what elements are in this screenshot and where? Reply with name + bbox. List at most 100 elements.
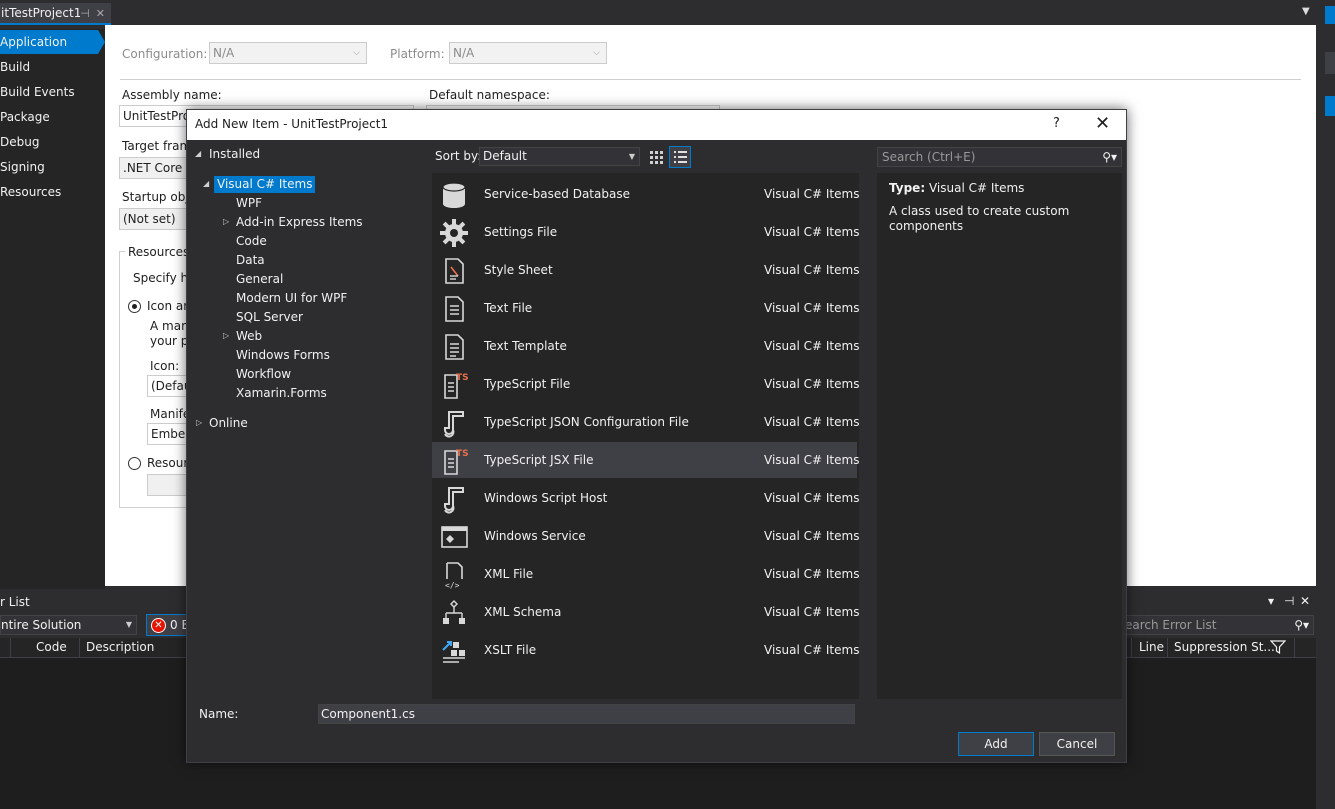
template-search-input[interactable]: Search (Ctrl+E) ⚲▾ <box>877 147 1122 167</box>
side-tab[interactable] <box>1325 52 1335 74</box>
tree-visual-csharp-items[interactable]: Visual C# Items <box>214 175 316 194</box>
nav-application[interactable]: Application <box>0 30 105 54</box>
nav-build[interactable]: Build <box>0 55 105 79</box>
stylesheet-icon <box>439 256 469 286</box>
startup-object-label: Startup obje <box>122 190 197 204</box>
configuration-label: Configuration: <box>122 47 208 61</box>
nav-package[interactable]: Package <box>0 105 105 129</box>
xml-file-icon: </> <box>439 560 469 590</box>
sort-by-label: Sort by: <box>435 149 482 163</box>
tree-data[interactable]: Data <box>236 251 265 270</box>
column-suppression-state[interactable]: Suppression St... <box>1174 640 1275 654</box>
project-properties-sidebar: Application Build Build Events Package D… <box>0 29 105 589</box>
document-tab[interactable]: itTestProject1 ⊣ ✕ <box>0 3 111 25</box>
column-description[interactable]: Description <box>86 640 154 654</box>
help-button[interactable]: ? <box>1053 116 1060 131</box>
template-tree: ◢ Installed ◢ Visual C# Items WPF ▷ Add-… <box>187 140 431 700</box>
nav-resources[interactable]: Resources <box>0 180 105 204</box>
sort-by-value: Default <box>483 149 527 163</box>
list-item[interactable]: TypeScript JSON Configuration File Visua… <box>432 404 859 440</box>
close-icon[interactable]: ✕ <box>1300 594 1310 608</box>
tree-add-in-express[interactable]: Add-in Express Items <box>236 213 363 232</box>
item-category: Visual C# Items <box>764 225 859 239</box>
collapse-arrow-icon[interactable]: ◢ <box>203 179 209 188</box>
grid-view-icon[interactable] <box>646 147 666 167</box>
nav-build-events[interactable]: Build Events <box>0 80 105 104</box>
collapse-arrow-icon[interactable]: ◢ <box>195 149 201 158</box>
manifest-label: Manife <box>150 407 191 421</box>
resource-file-radio[interactable] <box>128 457 141 470</box>
typescript-file-icon: TS <box>439 370 469 400</box>
item-category: Visual C# Items <box>764 491 859 505</box>
item-name: XML Schema <box>484 605 562 619</box>
column-separator <box>1167 638 1168 658</box>
icon-combo[interactable]: (Defau <box>147 375 187 397</box>
nav-debug[interactable]: Debug <box>0 130 105 154</box>
expand-arrow-icon[interactable]: ▷ <box>196 418 202 427</box>
item-category: Visual C# Items <box>764 453 859 467</box>
manifest-combo[interactable]: Embed <box>147 423 187 445</box>
list-item[interactable]: </> XML File Visual C# Items <box>432 556 859 592</box>
list-item[interactable]: TS TypeScript File Visual C# Items <box>432 366 859 402</box>
list-item[interactable]: Settings File Visual C# Items <box>432 214 859 250</box>
list-view-icon[interactable] <box>669 146 691 168</box>
expand-arrow-icon[interactable]: ▷ <box>223 331 229 340</box>
scope-combo[interactable]: ntire Solution ▼ <box>0 615 137 635</box>
tree-general[interactable]: General <box>236 270 283 289</box>
nav-signing[interactable]: Signing <box>0 155 105 179</box>
right-side-strip <box>1325 0 1335 809</box>
tree-sql-server[interactable]: SQL Server <box>236 308 303 327</box>
panel-dropdown-icon[interactable]: ▾ <box>1268 594 1274 608</box>
sort-by-combo[interactable]: Default ▼ <box>479 147 640 166</box>
tree-windows-forms[interactable]: Windows Forms <box>236 346 330 365</box>
tree-xamarin-forms[interactable]: Xamarin.Forms <box>236 384 327 403</box>
item-category: Visual C# Items <box>764 415 859 429</box>
configuration-combo[interactable]: N/A ⌵ <box>209 42 367 64</box>
error-list-search-input[interactable]: earch Error List ⚲▾ <box>1120 615 1314 635</box>
side-tab-accent[interactable] <box>1325 6 1335 24</box>
close-button[interactable]: ✕ <box>1095 113 1110 134</box>
name-input[interactable]: Component1.cs <box>318 704 855 724</box>
tree-wpf[interactable]: WPF <box>236 194 262 213</box>
pin-icon[interactable]: ⊣ <box>1284 594 1294 608</box>
tab-dropdown-icon[interactable]: ▼ <box>1302 6 1310 17</box>
list-item-selected[interactable]: TS TypeScript JSX File Visual C# Items <box>432 442 859 478</box>
list-item[interactable]: Text Template Visual C# Items <box>432 328 859 364</box>
scope-value: ntire Solution <box>1 618 82 632</box>
resource-file-field[interactable] <box>147 474 187 496</box>
list-item[interactable]: Windows Service Visual C# Items <box>432 518 859 554</box>
tree-installed[interactable]: Installed <box>209 145 260 164</box>
list-item[interactable]: Text File Visual C# Items <box>432 290 859 326</box>
column-code[interactable]: Code <box>36 640 67 654</box>
close-tab-icon[interactable]: ✕ <box>96 7 105 20</box>
platform-label: Platform: <box>390 47 445 61</box>
info-type: Type: Visual C# Items <box>889 181 1024 195</box>
info-description: A class used to create custom components <box>889 204 1070 233</box>
add-button[interactable]: Add <box>958 732 1034 756</box>
filter-icon[interactable] <box>1269 640 1287 657</box>
expand-arrow-icon[interactable]: ▷ <box>223 217 229 226</box>
list-item[interactable]: XML Schema Visual C# Items <box>432 594 859 630</box>
icon-label: Icon: <box>150 359 180 373</box>
list-item[interactable]: Windows Script Host Visual C# Items <box>432 480 859 516</box>
typescript-jsx-icon: TS <box>439 446 469 476</box>
platform-combo[interactable]: N/A ⌵ <box>449 42 607 64</box>
tree-workflow[interactable]: Workflow <box>236 365 291 384</box>
errors-filter-button[interactable]: ✕ 0 E <box>146 614 190 636</box>
side-tab-accent-2[interactable] <box>1325 96 1335 116</box>
chevron-down-icon: ▼ <box>628 152 635 161</box>
column-line[interactable]: Line <box>1139 640 1164 654</box>
info-type-value: Visual C# Items <box>928 181 1025 195</box>
tree-online[interactable]: Online <box>209 414 248 433</box>
list-item[interactable]: Style Sheet Visual C# Items <box>432 252 859 288</box>
cancel-button[interactable]: Cancel <box>1039 732 1115 756</box>
item-category: Visual C# Items <box>764 301 859 315</box>
list-item[interactable]: XSLT File Visual C# Items <box>432 632 859 668</box>
tree-web[interactable]: Web <box>236 327 262 346</box>
pin-icon[interactable]: ⊣ <box>80 7 90 20</box>
item-name: TypeScript JSON Configuration File <box>484 415 689 429</box>
tree-modern-ui-wpf[interactable]: Modern UI for WPF <box>236 289 347 308</box>
tree-code[interactable]: Code <box>236 232 267 251</box>
list-item[interactable]: Service-based Database Visual C# Items <box>432 176 859 212</box>
icon-manifest-radio[interactable] <box>128 300 141 313</box>
